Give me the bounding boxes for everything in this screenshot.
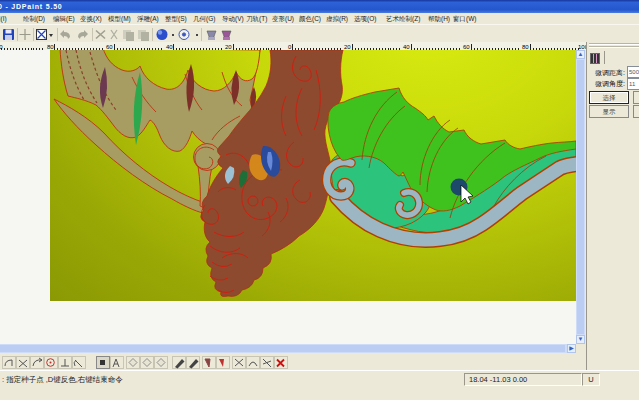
svg-text:20: 20	[344, 44, 351, 50]
svg-text:40: 40	[403, 44, 410, 50]
svg-text:80: 80	[47, 44, 54, 50]
svg-text:60: 60	[106, 44, 113, 50]
svg-text:80: 80	[522, 44, 529, 50]
svg-text:00: 00	[0, 44, 3, 50]
svg-text:60: 60	[463, 44, 470, 50]
svg-text:20: 20	[225, 44, 232, 50]
svg-text:0: 0	[288, 44, 292, 50]
svg-text:40: 40	[166, 44, 173, 50]
